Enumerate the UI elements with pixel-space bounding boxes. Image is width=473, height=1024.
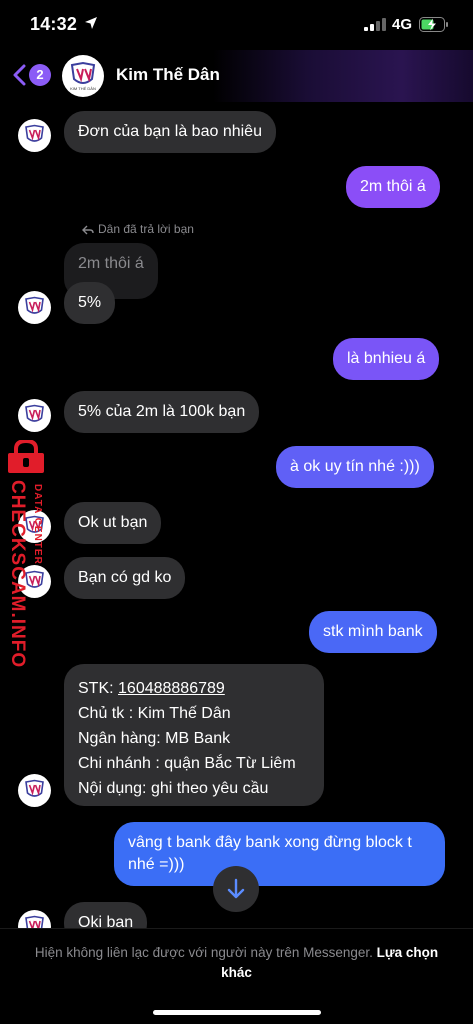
avatar-caption: KIM THẾ DÂN (70, 86, 96, 91)
incoming-message[interactable]: 5% của 2m là 100k bạn (64, 391, 260, 433)
status-time: 14:32 (30, 14, 78, 34)
incoming-message[interactable]: Đơn của bạn là bao nhiêu (64, 111, 276, 153)
outgoing-message[interactable]: 2m thôi á (346, 166, 440, 208)
bank-name: Ngân hàng: MB Bank (78, 730, 231, 747)
incoming-message[interactable]: Ok ut bạn (64, 502, 162, 544)
battery-charging-icon (419, 17, 448, 32)
sender-avatar[interactable] (18, 119, 51, 152)
account-holder: Chủ tk : Kim Thế Dân (78, 705, 231, 722)
status-bar: 14:32 4G (0, 0, 473, 50)
incoming-message[interactable]: 5% (64, 282, 116, 324)
sender-avatar[interactable] (18, 399, 51, 432)
outgoing-message[interactable]: vâng t bank đây bank xong đừng block t n… (114, 822, 445, 886)
location-arrow-icon (85, 17, 97, 29)
outgoing-message[interactable]: stk mình bank (309, 611, 437, 653)
reply-icon (82, 225, 94, 235)
footer-notice: Hiện không liên lạc được với người này t… (24, 943, 449, 983)
watermark: CHECKSCAM.INFO DATA CENTER (2, 440, 52, 670)
account-label: STK: (78, 680, 119, 697)
network-type: 4G (392, 16, 413, 33)
bank-details-message[interactable]: STK: 160488886789 Chủ tk : Kim Thế Dân N… (64, 664, 324, 806)
reply-note: Dân đã trả lời bạn (82, 222, 194, 236)
outgoing-message[interactable]: là bnhieu á (333, 338, 440, 380)
watermark-brand: CHECKSCAM.INFO (7, 480, 28, 669)
scroll-to-bottom-button[interactable] (213, 866, 259, 912)
outgoing-message[interactable]: à ok uy tín nhé :))) (276, 446, 434, 488)
account-number-link[interactable]: 160488886789 (118, 680, 225, 697)
sender-avatar[interactable] (18, 291, 51, 324)
signal-icon (364, 18, 386, 31)
conversation-header: 2 KIM THẾ DÂN Kim Thế Dân (0, 50, 473, 102)
home-indicator[interactable] (153, 1010, 321, 1015)
incoming-message[interactable]: Bạn có gd ko (64, 557, 186, 599)
account-number-line: STK: 160488886789 (78, 676, 310, 701)
sender-avatar[interactable] (18, 774, 51, 807)
transfer-content: Nội dụng: ghi theo yêu cầu (78, 780, 269, 797)
watermark-sub: DATA CENTER (32, 484, 43, 565)
arrow-down-icon (227, 878, 245, 899)
footer-notice-text: Hiện không liên lạc được với người này t… (34, 945, 377, 960)
lock-icon (8, 440, 44, 473)
unread-count-badge[interactable]: 2 (29, 64, 51, 86)
contact-avatar[interactable]: KIM THẾ DÂN (62, 55, 104, 97)
reply-note-text: Dân đã trả lời bạn (98, 222, 194, 236)
back-chevron-icon[interactable] (12, 64, 28, 86)
bank-branch: Chi nhánh : quận Bắc Từ Liêm (78, 755, 296, 772)
contact-name[interactable]: Kim Thế Dân (116, 65, 220, 85)
